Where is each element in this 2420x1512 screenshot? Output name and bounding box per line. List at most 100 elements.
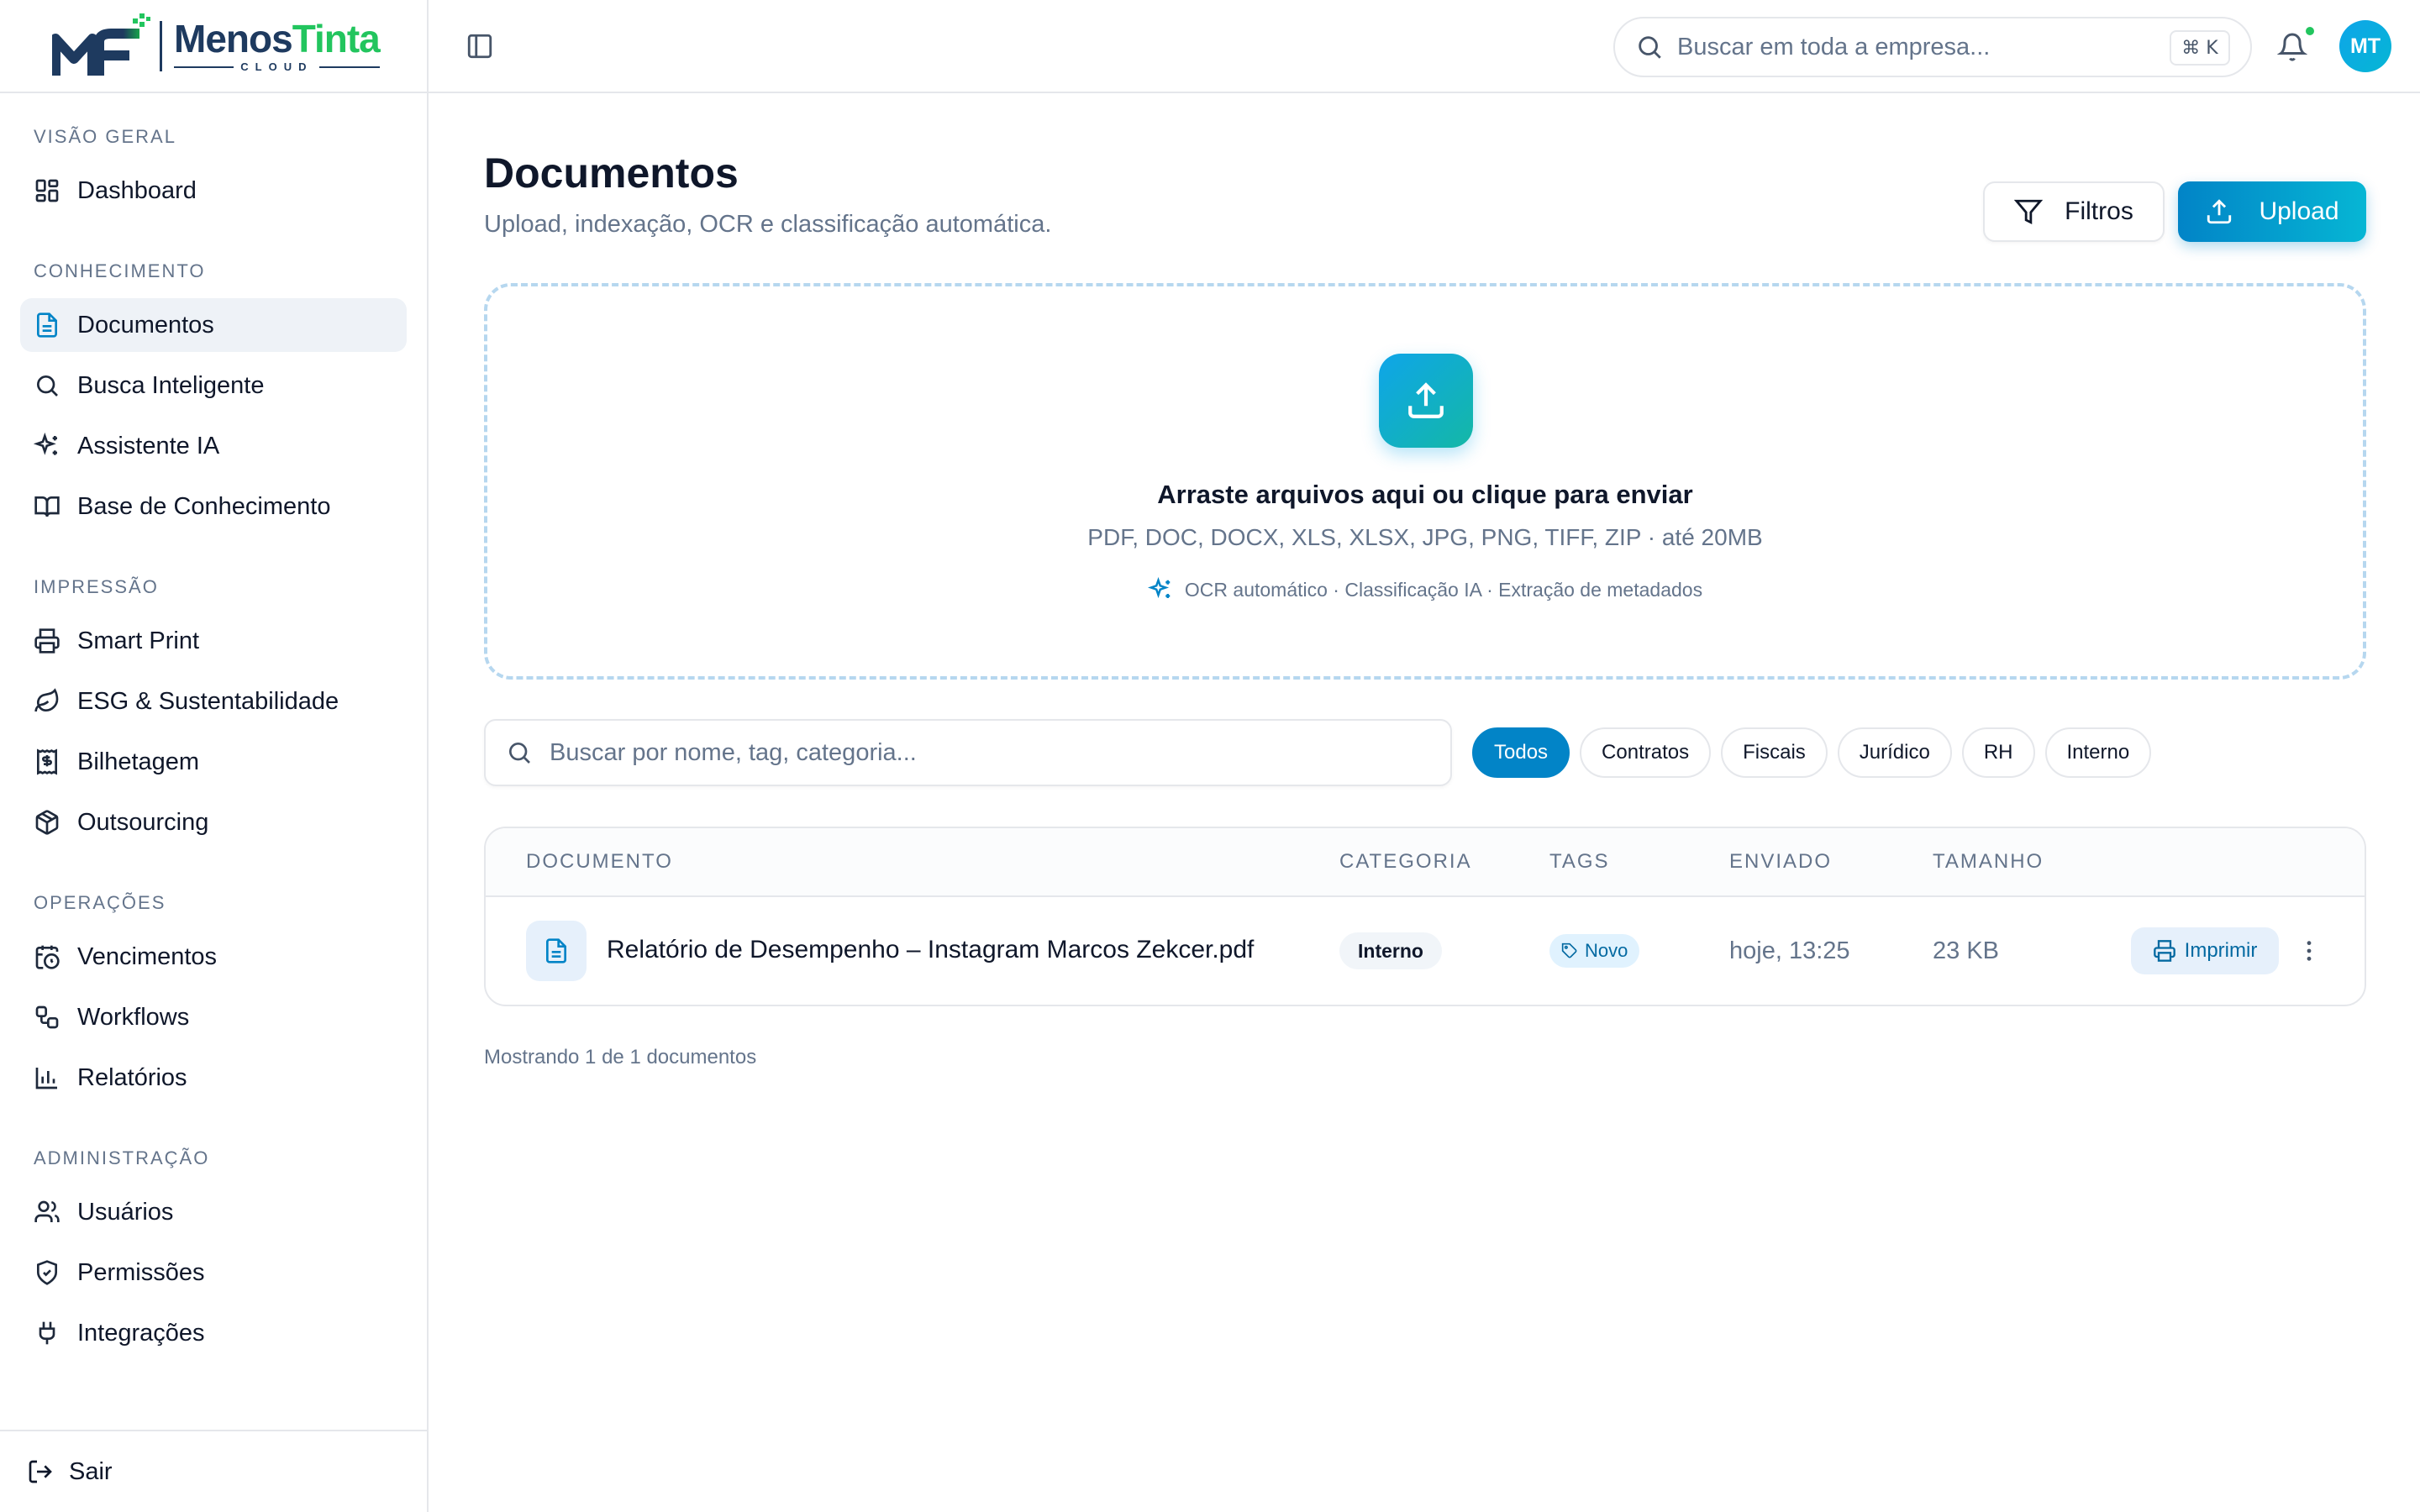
filters-button[interactable]: Filtros: [1983, 181, 2165, 242]
printer-icon: [34, 628, 60, 654]
sidebar-item-label: Vencimentos: [77, 942, 218, 970]
document-search-input[interactable]: [550, 738, 1440, 767]
page-subtitle: Upload, indexação, OCR e classificação a…: [484, 211, 1052, 238]
logout-label: Sair: [69, 1457, 113, 1485]
sidebar-item-workflows[interactable]: Workflows: [20, 990, 407, 1044]
column-header-documento[interactable]: DOCUMENTO: [526, 828, 673, 895]
sidebar-item-label: Dashboard: [77, 176, 197, 204]
sidebar-item-label: Outsourcing: [77, 808, 209, 836]
sidebar-item-base-conhecimento[interactable]: Base de Conhecimento: [20, 480, 407, 533]
printer-icon: [2153, 940, 2175, 962]
sidebar-item-integracoes[interactable]: Integrações: [20, 1306, 407, 1360]
column-header-categoria[interactable]: CATEGORIA: [1339, 828, 1472, 895]
brand-logo[interactable]: MenosTinta CLOUD: [0, 0, 427, 93]
nav-heading: CONHECIMENTO: [34, 260, 206, 281]
file-size: 23 KB: [1933, 937, 1999, 964]
plug-icon: [39, 1321, 55, 1345]
sidebar-item-label: Base de Conhecimento: [77, 492, 331, 520]
brand-tagline: CLOUD: [174, 60, 380, 73]
sidebar-item-outsourcing[interactable]: Outsourcing: [20, 795, 407, 849]
chip-juridico[interactable]: Jurídico: [1837, 727, 1952, 778]
nav-section-knowledge: CONHECIMENTO Documentos Busca Inteligent…: [0, 255, 427, 533]
sidebar-item-documentos[interactable]: Documentos: [20, 298, 407, 352]
sidebar-item-label: Integrações: [77, 1319, 205, 1347]
sidebar-item-assistente-ia[interactable]: Assistente IA: [20, 419, 407, 473]
logout-icon: [29, 1460, 52, 1483]
print-button[interactable]: Imprimir: [2131, 927, 2279, 974]
column-header-tags[interactable]: TAGS: [1549, 828, 1610, 895]
dropzone-features: OCR automático · Classificação IA · Extr…: [487, 577, 2363, 602]
notification-dot: [2304, 25, 2316, 37]
file-icon: [526, 921, 587, 981]
avatar[interactable]: MT: [2339, 20, 2391, 72]
calendar-clock-icon: [35, 945, 60, 969]
upload-dropzone[interactable]: Arraste arquivos aqui ou clique para env…: [484, 283, 2366, 680]
more-vertical-icon: [2307, 941, 2312, 961]
sidebar-item-label: Permissões: [77, 1258, 205, 1286]
nav-heading: VISÃO GERAL: [34, 126, 176, 147]
sidebar-item-label: ESG & Sustentabilidade: [77, 687, 339, 715]
sparkles-icon: [34, 433, 57, 455]
bell-icon[interactable]: [2277, 32, 2307, 62]
chip-rh[interactable]: RH: [1961, 727, 2035, 778]
file-name[interactable]: Relatório de Desempenho – Instagram Marc…: [607, 936, 1254, 964]
nav-section-admin: ADMINISTRAÇÃO Usuários Permissões Integr…: [0, 1142, 427, 1360]
chip-interno[interactable]: Interno: [2044, 727, 2152, 778]
table-header: DOCUMENTO CATEGORIA TAGS ENVIADO TAMANHO: [486, 828, 2365, 897]
category-filter-chips: Todos Contratos Fiscais Jurídico RH Inte…: [1472, 727, 2152, 778]
sidebar-item-permissoes[interactable]: Permissões: [20, 1246, 407, 1299]
sidebar-item-relatorios[interactable]: Relatórios: [20, 1051, 407, 1105]
table-row[interactable]: Relatório de Desempenho – Instagram Marc…: [486, 897, 2365, 1005]
upload-button[interactable]: Upload: [2178, 181, 2366, 242]
shortcut-hint: ⌘ K: [2170, 30, 2230, 66]
search-icon: [37, 375, 58, 396]
sidebar-item-bilhetagem[interactable]: Bilhetagem: [20, 735, 407, 789]
documents-table: DOCUMENTO CATEGORIA TAGS ENVIADO TAMANHO…: [484, 827, 2366, 1006]
sidebar-item-label: Bilhetagem: [77, 748, 200, 775]
dashboard-icon: [35, 179, 59, 202]
sidebar-nav: VISÃO GERAL Dashboard CONHECIMENTO Docum…: [0, 93, 427, 1360]
chip-contratos[interactable]: Contratos: [1580, 727, 1712, 778]
sidebar-item-label: Workflows: [77, 1003, 190, 1031]
receipt-icon: [37, 748, 57, 775]
search-icon: [1639, 36, 1661, 59]
sidebar-item-esg[interactable]: ESG & Sustentabilidade: [20, 675, 407, 728]
sidebar-item-smart-print[interactable]: Smart Print: [20, 614, 407, 668]
logout-button[interactable]: Sair: [0, 1430, 427, 1512]
dropzone-formats: PDF, DOC, DOCX, XLS, XLSX, JPG, PNG, TIF…: [1087, 524, 1763, 550]
sparkles-icon: [1147, 577, 1171, 599]
nav-heading: IMPRESSÃO: [34, 576, 159, 597]
sidebar: MenosTinta CLOUD VISÃO GERAL Dashboard C…: [0, 0, 429, 1512]
column-header-enviado[interactable]: ENVIADO: [1729, 828, 1832, 895]
nav-heading: OPERAÇÕES: [34, 892, 166, 913]
page-title: Documentos: [484, 150, 739, 197]
nav-section-overview: VISÃO GERAL Dashboard: [0, 120, 427, 218]
document-icon: [37, 312, 57, 338]
global-search[interactable]: ⌘ K: [1613, 17, 2252, 77]
sidebar-item-busca-inteligente[interactable]: Busca Inteligente: [20, 359, 407, 412]
chip-todos[interactable]: Todos: [1472, 727, 1570, 778]
tag-badge: Novo: [1549, 934, 1640, 968]
column-header-tamanho[interactable]: TAMANHO: [1933, 828, 2044, 895]
print-label: Imprimir: [2184, 939, 2258, 962]
chip-fiscais[interactable]: Fiscais: [1721, 727, 1828, 778]
shield-icon: [37, 1260, 57, 1285]
more-actions-button[interactable]: [2292, 934, 2326, 968]
sidebar-item-usuarios[interactable]: Usuários: [20, 1185, 407, 1239]
tag-label: Novo: [1585, 940, 1628, 961]
nav-section-printing: IMPRESSÃO Smart Print ESG & Sustentabili…: [0, 570, 427, 849]
filters-label: Filtros: [2065, 197, 2133, 225]
sidebar-toggle-icon[interactable]: [466, 32, 494, 60]
document-search[interactable]: [484, 719, 1452, 786]
category-badge: Interno: [1339, 932, 1442, 969]
global-search-input[interactable]: [1677, 33, 2148, 61]
nav-section-operations: OPERAÇÕES Vencimentos Workflows Relatóri…: [0, 886, 427, 1105]
sidebar-item-label: Relatórios: [77, 1063, 187, 1091]
users-icon: [34, 1200, 60, 1222]
upload-label: Upload: [2259, 197, 2339, 225]
leaf-icon: [34, 688, 59, 712]
sent-date: hoje, 13:25: [1729, 937, 1850, 964]
topbar: ⌘ K MT: [429, 0, 2420, 93]
sidebar-item-dashboard[interactable]: Dashboard: [20, 164, 407, 218]
sidebar-item-vencimentos[interactable]: Vencimentos: [20, 930, 407, 984]
